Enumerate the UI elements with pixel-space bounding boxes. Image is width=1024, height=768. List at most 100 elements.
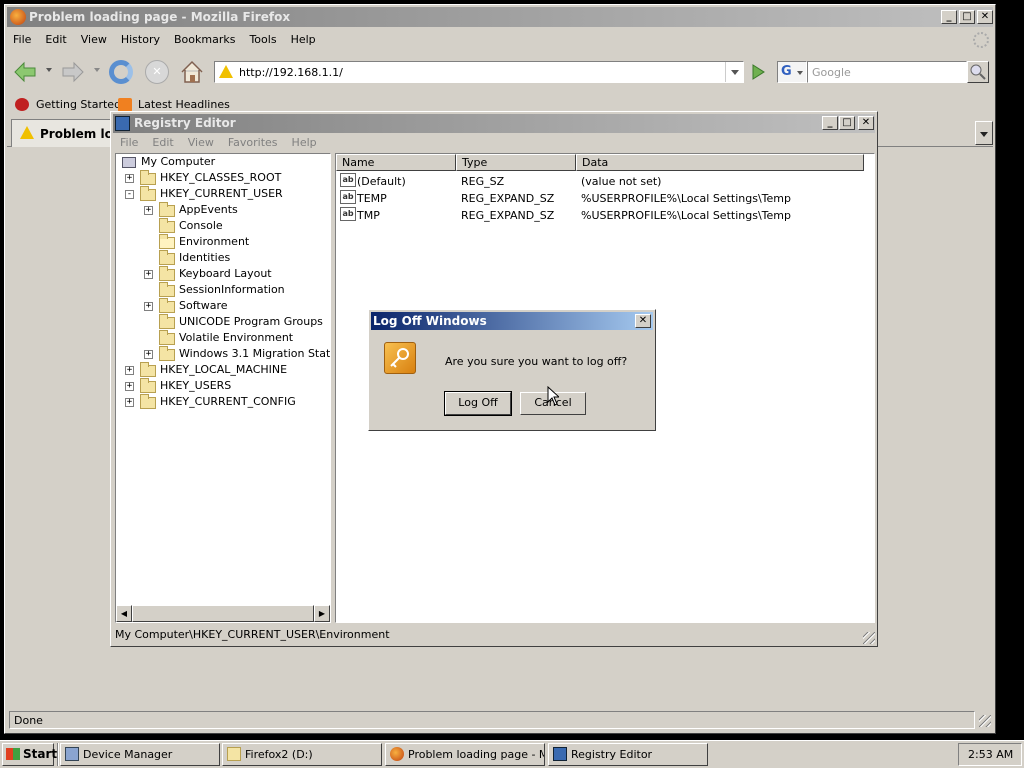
collapse-icon[interactable]: - [125, 190, 134, 199]
url-bar[interactable]: http://192.168.1.1/ [214, 61, 744, 83]
close-button[interactable]: ✕ [858, 116, 874, 130]
menu-file[interactable]: File [120, 136, 138, 149]
close-button[interactable]: ✕ [977, 10, 993, 24]
tree-hkcc[interactable]: HKEY_CURRENT_CONFIG [160, 394, 296, 410]
expand-icon[interactable]: + [144, 270, 153, 279]
menu-tools[interactable]: Tools [249, 33, 276, 46]
go-button[interactable] [748, 63, 768, 81]
expand-icon[interactable]: + [144, 302, 153, 311]
logoff-button[interactable]: Log Off [444, 391, 512, 416]
menu-history[interactable]: History [121, 33, 160, 46]
scroll-left-button[interactable]: ◀ [116, 605, 132, 622]
search-engine-button[interactable]: G [777, 61, 807, 83]
resize-grip-icon[interactable] [863, 632, 875, 644]
status-text: Done [14, 714, 43, 727]
tree-item[interactable]: Windows 3.1 Migration Status [179, 346, 330, 362]
maximize-button[interactable]: □ [839, 116, 855, 130]
minimize-button[interactable]: _ [941, 10, 957, 24]
menu-bookmarks[interactable]: Bookmarks [174, 33, 235, 46]
back-button[interactable] [13, 59, 39, 85]
search-input[interactable]: Google [807, 61, 967, 83]
value-row[interactable]: ab TMP REG_EXPAND_SZ %USERPROFILE%\Local… [336, 207, 856, 224]
tree-hkcr[interactable]: HKEY_CLASSES_ROOT [160, 170, 281, 186]
clock[interactable]: 2:53 AM [968, 748, 1013, 761]
menu-file[interactable]: File [13, 33, 31, 46]
dialog-message: Are you sure you want to log off? [445, 355, 628, 368]
google-icon: G [781, 64, 792, 79]
task-registry-editor[interactable]: Registry Editor [548, 743, 708, 766]
regedit-titlebar[interactable]: Registry Editor _ □ ✕ [113, 114, 875, 133]
tree-hklm[interactable]: HKEY_LOCAL_MACHINE [160, 362, 287, 378]
menu-favorites[interactable]: Favorites [228, 136, 278, 149]
menu-view[interactable]: View [81, 33, 107, 46]
scroll-thumb[interactable] [132, 605, 314, 622]
tree-item[interactable]: SessionInformation [179, 282, 285, 298]
logoff-dialog: Log Off Windows ✕ Are you sure you want … [368, 309, 656, 431]
value-row[interactable]: ab (Default) REG_SZ (value not set) [336, 173, 856, 190]
home-icon[interactable] [179, 59, 205, 85]
string-value-icon: ab [340, 173, 356, 187]
task-label: Problem loading page - M... [408, 748, 545, 761]
expand-icon[interactable]: + [125, 398, 134, 407]
mouse-cursor-icon [547, 386, 559, 406]
chevron-down-icon [980, 132, 988, 137]
expand-icon[interactable]: + [125, 174, 134, 183]
tree-item[interactable]: Software [179, 298, 228, 314]
forward-button[interactable] [59, 59, 85, 85]
stop-icon[interactable]: ✕ [145, 60, 169, 84]
menu-edit[interactable]: Edit [152, 136, 173, 149]
task-firefox2-drive[interactable]: Firefox2 (D:) [222, 743, 382, 766]
tree-pane[interactable]: My Computer + HKEY_CLASSES_ROOT - HKEY_C… [115, 153, 331, 623]
menu-edit[interactable]: Edit [45, 33, 66, 46]
tree-item[interactable]: Keyboard Layout [179, 266, 272, 282]
scroll-right-button[interactable]: ▶ [314, 605, 330, 622]
tree-hscrollbar[interactable]: ◀ ▶ [116, 605, 330, 622]
menu-help[interactable]: Help [292, 136, 317, 149]
value-row[interactable]: ab TEMP REG_EXPAND_SZ %USERPROFILE%\Loca… [336, 190, 856, 207]
tab-list-button[interactable] [975, 121, 993, 145]
reload-icon[interactable] [109, 60, 133, 84]
task-label: Firefox2 (D:) [245, 748, 313, 761]
expand-icon[interactable]: + [125, 382, 134, 391]
tree-item[interactable]: Volatile Environment [179, 330, 293, 346]
tree-hkcu[interactable]: HKEY_CURRENT_USER [160, 186, 283, 202]
task-device-manager[interactable]: Device Manager [60, 743, 220, 766]
throbber-icon [973, 32, 989, 48]
tree-item[interactable]: Console [179, 218, 223, 234]
minimize-button[interactable]: _ [822, 116, 838, 130]
maximize-button[interactable]: □ [959, 10, 975, 24]
column-header-type[interactable]: Type [456, 154, 576, 171]
firefox-titlebar[interactable]: Problem loading page - Mozilla Firefox _… [7, 7, 993, 27]
folder-icon [159, 314, 175, 329]
system-tray: 2:53 AM [958, 743, 1022, 766]
start-button[interactable]: Start [2, 743, 58, 766]
close-button[interactable]: ✕ [635, 314, 651, 328]
search-button[interactable] [967, 61, 989, 83]
key-icon [384, 342, 416, 374]
tree-root[interactable]: My Computer [141, 154, 215, 170]
url-dropdown-button[interactable] [725, 62, 743, 82]
start-label: Start [23, 747, 58, 761]
back-dropdown-icon[interactable] [46, 68, 52, 72]
menu-view[interactable]: View [188, 136, 214, 149]
go-arrow-icon [752, 64, 765, 80]
tree-item[interactable]: Identities [179, 250, 230, 266]
expand-icon[interactable]: + [144, 206, 153, 215]
tree-item-selected[interactable]: Environment [179, 234, 249, 250]
dialog-titlebar[interactable]: Log Off Windows ✕ [371, 312, 653, 330]
column-header-data[interactable]: Data [576, 154, 864, 171]
tree-item[interactable]: AppEvents [179, 202, 238, 218]
resize-grip-icon[interactable] [979, 715, 991, 727]
folder-icon [159, 202, 175, 217]
task-label: Registry Editor [571, 748, 653, 761]
column-header-name[interactable]: Name [336, 154, 456, 171]
value-type: REG_SZ [461, 175, 505, 188]
tree-item[interactable]: UNICODE Program Groups [179, 314, 323, 330]
task-label: Device Manager [83, 748, 173, 761]
expand-icon[interactable]: + [144, 350, 153, 359]
tree-hku[interactable]: HKEY_USERS [160, 378, 231, 394]
task-firefox[interactable]: Problem loading page - M... [385, 743, 545, 766]
menu-help[interactable]: Help [291, 33, 316, 46]
forward-dropdown-icon[interactable] [94, 68, 100, 72]
expand-icon[interactable]: + [125, 366, 134, 375]
